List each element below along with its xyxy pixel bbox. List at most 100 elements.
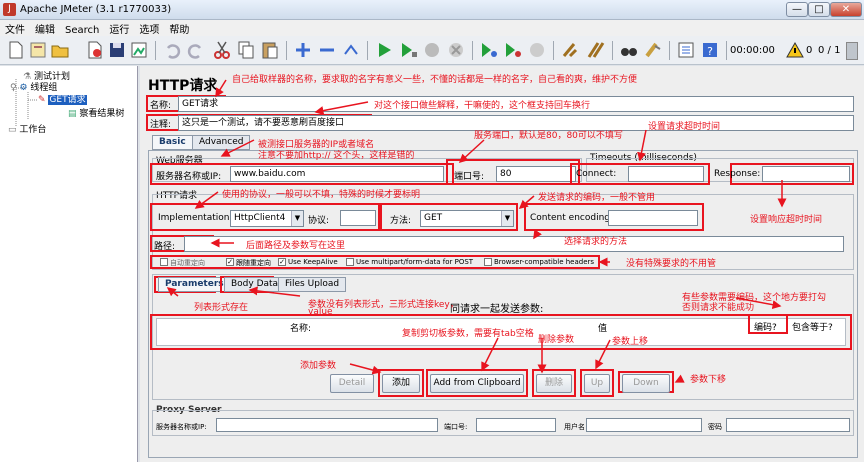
tree-node-view-results[interactable]: ▤ 察看结果树 <box>68 106 124 119</box>
note-protocol: 使用的协议，一般可以不填，特殊的时候才要标明 <box>222 190 421 200</box>
menu-file[interactable]: 文件 <box>0 20 30 37</box>
remote-start-icon[interactable] <box>479 40 499 60</box>
paste-icon[interactable] <box>260 40 280 60</box>
note-comment: 对这个接口做些解释，干嘛使的，这个框支持回车换行 <box>374 101 591 111</box>
thread-group-icon: ⚙ <box>19 83 28 93</box>
maximize-button[interactable]: □ <box>808 2 830 17</box>
browser-headers-checkbox[interactable] <box>484 258 492 266</box>
note-response-timeout: 设置响应超时时间 <box>750 215 823 225</box>
connect-field[interactable] <box>628 166 704 182</box>
status-indicator <box>846 42 858 60</box>
follow-redirect-label: 跟随重定向 <box>236 259 271 267</box>
close-button[interactable]: ✕ <box>830 2 862 17</box>
tab-files-upload[interactable]: Files Upload <box>278 277 347 292</box>
server-label: 服务器名称或IP: <box>156 172 222 182</box>
tab-body-data[interactable]: Body Data <box>224 277 286 292</box>
port-field[interactable]: 80 <box>496 166 576 182</box>
cut-icon[interactable] <box>212 40 232 60</box>
toolbar-separator <box>669 41 670 60</box>
note-sampler-name: 自己给取样器的名称，要求取的名字有意义一些，不懂的话都是一样的名字，自己看的爽，… <box>232 75 638 85</box>
proxy-password-field[interactable] <box>726 418 850 432</box>
templates-icon[interactable] <box>28 40 48 60</box>
path-label: 路径: <box>154 242 176 252</box>
delete-button[interactable]: 删除 <box>536 374 572 393</box>
tab-basic[interactable]: Basic <box>152 135 193 150</box>
chevron-down-icon[interactable]: ▼ <box>291 211 303 226</box>
help-icon[interactable]: ? <box>700 40 720 60</box>
minimize-button[interactable]: — <box>786 2 808 17</box>
start-icon[interactable] <box>374 40 394 60</box>
add-button[interactable]: 添加 <box>382 374 420 393</box>
stop-icon[interactable] <box>422 40 442 60</box>
open-icon[interactable] <box>50 40 70 60</box>
save-icon[interactable] <box>107 40 127 60</box>
warning-icon[interactable] <box>785 40 805 60</box>
protocol-label: 协议: <box>308 216 330 226</box>
keepalive-label: Use KeepAlive <box>288 258 338 266</box>
up-button[interactable]: Up <box>584 374 610 393</box>
function-helper-icon[interactable] <box>676 40 696 60</box>
protocol-field[interactable] <box>340 210 376 226</box>
add-from-clipboard-button[interactable]: Add from Clipboard <box>430 374 524 393</box>
proxy-user-field[interactable] <box>586 418 702 432</box>
implementation-select[interactable]: HttpClient4 ▼ <box>230 210 304 227</box>
menu-options[interactable]: 选项 <box>134 20 164 37</box>
sampler-icon: ✎ <box>38 95 46 105</box>
clear-all-icon[interactable] <box>586 40 606 60</box>
expand-icon[interactable] <box>293 40 313 60</box>
search-icon[interactable] <box>619 40 639 60</box>
listener-icon: ▤ <box>68 109 77 119</box>
response-field[interactable] <box>762 166 850 182</box>
tree-node-workbench[interactable]: ▭ 工作台 <box>8 122 46 135</box>
proxy-port-label: 端口号: <box>444 423 468 431</box>
menu-help[interactable]: 帮助 <box>164 20 194 37</box>
note-up: 参数上移 <box>612 337 649 347</box>
toolbar-separator <box>553 41 554 60</box>
chevron-down-icon[interactable]: ▼ <box>501 211 513 226</box>
auto-redirect-checkbox[interactable] <box>160 258 168 266</box>
clear-icon[interactable] <box>560 40 580 60</box>
multipart-checkbox[interactable] <box>346 258 354 266</box>
server-field[interactable]: www.baidu.com <box>230 166 444 182</box>
auto-redirect-label: 自动重定向 <box>170 259 205 267</box>
note-clipboard: 复制剪切板参数，需要有tab空格 <box>402 329 534 339</box>
expand-toggle-icon[interactable]: ♀ <box>10 83 17 93</box>
tab-advanced[interactable]: Advanced <box>192 135 251 150</box>
detail-button[interactable]: Detail <box>330 374 374 393</box>
menu-run[interactable]: 运行 <box>104 20 134 37</box>
tree-node-get-request[interactable]: ✎ GET请求 <box>38 92 87 105</box>
collapse-icon[interactable] <box>317 40 337 60</box>
toolbar-separator <box>367 41 368 60</box>
keepalive-checkbox[interactable]: ✓ <box>278 258 286 266</box>
column-encode: 编码? <box>754 323 777 333</box>
comment-label: 注释: <box>150 120 172 130</box>
proxy-port-field[interactable] <box>476 418 556 432</box>
remote-stop-icon[interactable] <box>503 40 523 60</box>
follow-redirect-checkbox[interactable]: ✓ <box>226 258 234 266</box>
method-select[interactable]: GET ▼ <box>420 210 514 227</box>
toolbar-separator <box>155 41 156 60</box>
toggle-icon[interactable] <box>341 40 361 60</box>
note-down: 参数下移 <box>690 375 727 385</box>
remote-exit-icon[interactable] <box>527 40 547 60</box>
note-connect-timeout: 设置请求超时时间 <box>648 122 721 132</box>
undo-icon[interactable] <box>162 40 182 60</box>
column-value: 值 <box>598 324 608 334</box>
reset-search-icon[interactable] <box>643 40 663 60</box>
menu-bar: 文件 编辑 Search 运行 选项 帮助 <box>0 20 864 36</box>
menu-edit[interactable]: 编辑 <box>30 20 60 37</box>
down-button[interactable]: Down <box>622 374 670 393</box>
close-plan-icon[interactable] <box>85 40 105 60</box>
copy-icon[interactable] <box>236 40 256 60</box>
note-add: 添加参数 <box>300 361 337 371</box>
proxy-server-field[interactable] <box>216 418 438 432</box>
window-title: Apache JMeter (3.1 r1770033) <box>20 4 172 15</box>
start-no-pauses-icon[interactable] <box>398 40 418 60</box>
redo-icon[interactable] <box>186 40 206 60</box>
note-key-value-2: value <box>308 307 333 317</box>
page-title: HTTP请求 <box>148 78 218 94</box>
shutdown-icon[interactable] <box>446 40 466 60</box>
save-screenshot-icon[interactable] <box>129 40 149 60</box>
encoding-field[interactable] <box>608 210 698 226</box>
new-icon[interactable] <box>6 40 26 60</box>
